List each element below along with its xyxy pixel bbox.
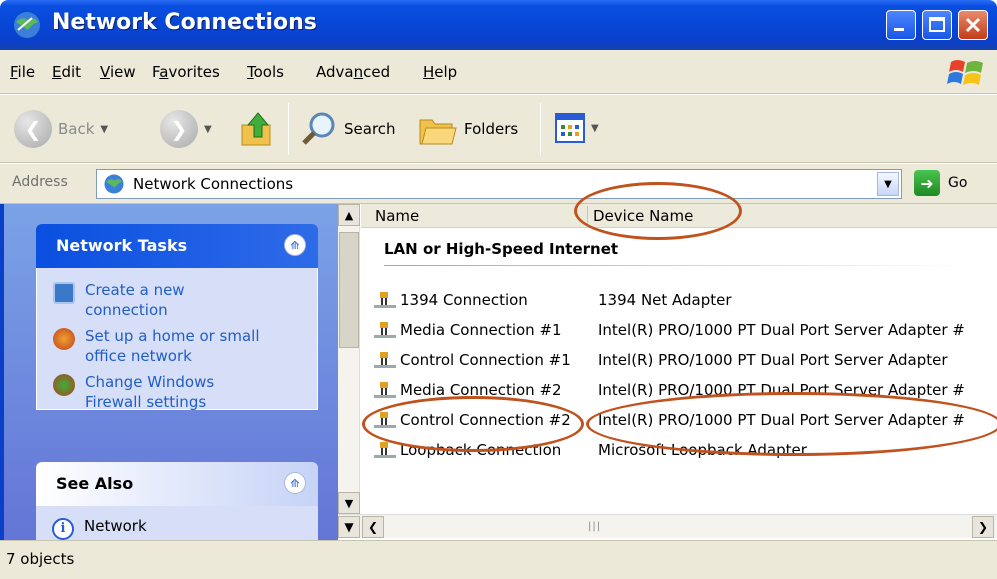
- toolbar-separator: [288, 103, 289, 155]
- forward-button[interactable]: ❯ ▼: [160, 110, 212, 148]
- group-divider: [384, 265, 974, 266]
- chevron-down-icon: ▼: [591, 122, 599, 134]
- collapse-icon[interactable]: ⟰: [284, 234, 306, 256]
- connection-row[interactable]: Control Connection #2 Intel(R) PRO/1000 …: [372, 406, 992, 434]
- scroll-up-icon[interactable]: ▲: [338, 204, 360, 226]
- see-also-network-link[interactable]: i Network: [52, 516, 147, 540]
- back-button[interactable]: ❮ Back ▼: [14, 110, 108, 148]
- folders-icon: [419, 119, 457, 145]
- status-text: 7 objects: [6, 550, 75, 568]
- go-label: Go: [948, 175, 968, 191]
- network-connections-icon: [14, 12, 40, 38]
- chevron-down-icon: ▼: [204, 123, 212, 135]
- scroll-right-icon[interactable]: ❯: [972, 516, 994, 538]
- maximize-button[interactable]: [922, 10, 952, 40]
- status-bar: 7 objects: [0, 540, 997, 579]
- connection-row[interactable]: Control Connection #1 Intel(R) PRO/1000 …: [372, 346, 992, 374]
- menu-advanced[interactable]: Advanced: [316, 63, 390, 81]
- up-folder-icon: [241, 112, 271, 146]
- windows-logo-icon: [947, 60, 983, 85]
- collapse-icon[interactable]: ⟰: [284, 472, 306, 494]
- connections-list-view: ▲ ▼ Name Device Name LAN or High-Speed I…: [338, 204, 997, 540]
- menu-tools[interactable]: Tools: [247, 63, 284, 81]
- menu-file[interactable]: File: [10, 63, 35, 81]
- close-icon: [965, 17, 981, 33]
- network-connection-icon: [374, 412, 396, 428]
- scroll-left-icon[interactable]: ❮: [362, 516, 384, 538]
- scrollbar-grip[interactable]: |||: [588, 521, 601, 532]
- home-network-icon: [53, 328, 75, 350]
- network-tasks-title: Network Tasks: [56, 236, 188, 255]
- see-also-title: See Also: [56, 474, 134, 493]
- connection-row[interactable]: Media Connection #2 Intel(R) PRO/1000 PT…: [372, 376, 992, 404]
- menu-view[interactable]: View: [100, 63, 136, 81]
- network-connections-icon: [104, 174, 124, 194]
- address-bar: Address Network Connections ▼ ➜ Go: [0, 164, 997, 204]
- scroll-down-icon[interactable]: ▼: [338, 492, 360, 514]
- column-device-name[interactable]: Device Name: [593, 207, 693, 225]
- chevron-down-icon: ▼: [100, 123, 109, 135]
- forward-arrow-icon: ❯: [160, 110, 198, 148]
- back-label: Back: [58, 120, 95, 138]
- folders-label: Folders: [464, 120, 519, 138]
- views-icon: [555, 113, 585, 143]
- window-title: Network Connections: [52, 10, 317, 35]
- task-create-connection[interactable]: Create a new connection: [53, 280, 185, 320]
- menu-favorites[interactable]: Favorites: [152, 63, 220, 81]
- search-label: Search: [344, 120, 396, 138]
- back-arrow-icon: ❮: [14, 110, 52, 148]
- network-connection-icon: [374, 352, 396, 368]
- address-dropdown-button[interactable]: ▼: [877, 172, 899, 196]
- info-icon: i: [52, 518, 74, 540]
- go-button[interactable]: ➜ Go: [914, 170, 967, 196]
- maximize-icon: [929, 17, 945, 32]
- toolbar: ❮ Back ▼ ❯ ▼ Search Folders ▼: [0, 95, 997, 163]
- connection-row[interactable]: 1394 Connection 1394 Net Adapter: [372, 286, 992, 314]
- menu-bar: File Edit View Favorites Tools Advanced …: [0, 50, 997, 94]
- menu-help[interactable]: Help: [423, 63, 457, 81]
- scrollbar-thumb[interactable]: [339, 232, 359, 348]
- minimize-button[interactable]: [886, 10, 916, 40]
- minimize-icon: [894, 28, 904, 31]
- scroll-down-icon[interactable]: ▼: [338, 516, 360, 538]
- task-firewall-settings[interactable]: Change Windows Firewall settings: [53, 372, 214, 412]
- up-folder-button[interactable]: [238, 109, 278, 149]
- address-label: Address: [12, 174, 68, 190]
- network-tasks-panel: Create a new connection Set up a home or …: [36, 268, 318, 412]
- menu-edit[interactable]: Edit: [52, 63, 81, 81]
- views-button[interactable]: ▼: [555, 113, 599, 143]
- title-bar: Network Connections: [0, 0, 997, 50]
- chevron-down-icon: ▼: [884, 178, 892, 190]
- folders-button[interactable]: Folders: [418, 110, 518, 148]
- toolbar-separator: [540, 103, 541, 155]
- column-divider[interactable]: [587, 206, 588, 226]
- search-icon: [302, 112, 335, 145]
- go-arrow-icon: ➜: [914, 170, 940, 196]
- task-pane: Network Tasks ⟰ Create a new connection S…: [0, 204, 338, 540]
- horizontal-scrollbar[interactable]: ▼ ❮ ||| ❯: [338, 514, 997, 538]
- network-connection-icon: [374, 442, 396, 458]
- new-connection-icon: [53, 282, 75, 304]
- column-header-row: Name Device Name: [361, 204, 997, 228]
- connection-row[interactable]: Loopback Connection Microsoft Loopback A…: [372, 436, 992, 464]
- task-home-network[interactable]: Set up a home or small office network: [53, 326, 260, 366]
- close-button[interactable]: [958, 10, 988, 40]
- network-connection-icon: [374, 382, 396, 398]
- firewall-icon: [53, 374, 75, 396]
- connection-row[interactable]: Media Connection #1 Intel(R) PRO/1000 PT…: [372, 316, 992, 344]
- network-connection-icon: [374, 322, 396, 338]
- network-connection-icon: [374, 292, 396, 308]
- vertical-scrollbar[interactable]: ▲ ▼: [338, 204, 360, 514]
- column-name[interactable]: Name: [375, 207, 419, 225]
- search-button[interactable]: Search: [300, 110, 396, 148]
- network-tasks-header[interactable]: Network Tasks ⟰: [36, 224, 318, 268]
- group-title: LAN or High-Speed Internet: [384, 240, 619, 258]
- see-also-panel: i Network: [36, 506, 318, 540]
- address-value: Network Connections: [133, 175, 294, 193]
- see-also-header[interactable]: See Also ⟰: [36, 462, 318, 506]
- address-input[interactable]: Network Connections ▼: [96, 169, 902, 199]
